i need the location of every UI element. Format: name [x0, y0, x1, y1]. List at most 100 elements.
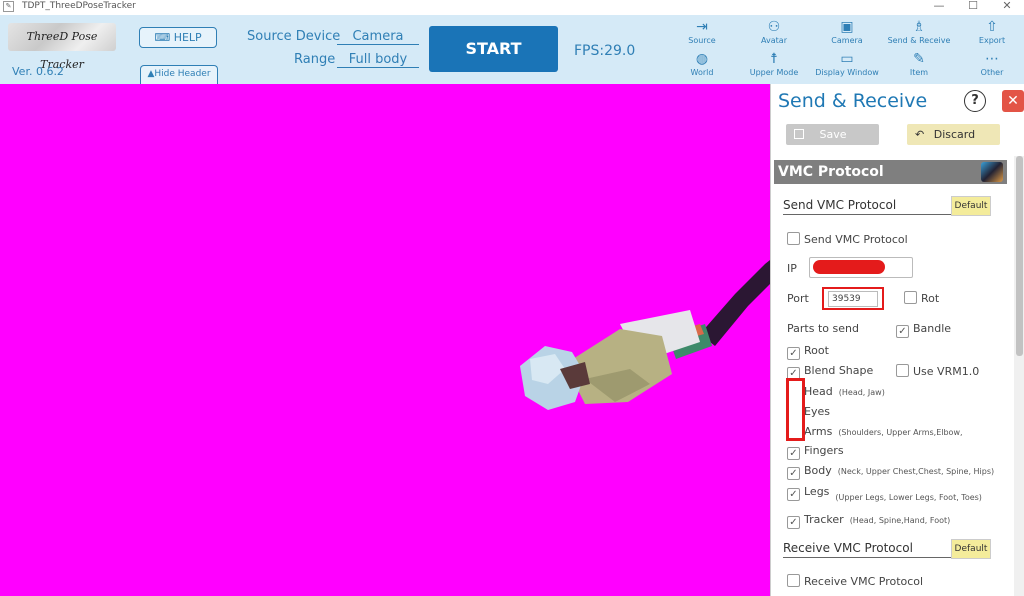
receive-default-button[interactable]: Default: [951, 539, 991, 559]
tool-label: Item: [909, 68, 929, 77]
save-button[interactable]: Save: [786, 124, 879, 145]
parts-to-send-label: Parts to send: [787, 322, 859, 335]
tool-item[interactable]: ✎ Item: [883, 51, 955, 78]
tool-source[interactable]: ⇥ Source: [666, 19, 738, 46]
help-button[interactable]: ⌨ HELP: [139, 27, 217, 48]
bandle-checkbox[interactable]: ✓ Bandle: [896, 322, 951, 338]
panel-title: Send & Receive: [778, 90, 928, 112]
tool-label: Display Window: [815, 68, 879, 77]
tool-label: World: [690, 68, 714, 77]
vmc-logo-icon: [981, 162, 1003, 182]
receive-vmc-checkbox[interactable]: Receive VMC Protocol: [787, 574, 923, 588]
tool-label: Upper Mode: [749, 68, 799, 77]
discard-label: Discard: [933, 128, 976, 141]
tracker-checkbox[interactable]: ✓ Tracker (Head, Spine,Hand, Foot): [787, 513, 950, 529]
legs-checkbox[interactable]: ✓ Legs (Upper Legs, Lower Legs, Foot, Toes…: [787, 485, 982, 502]
avatar-viewport[interactable]: [0, 84, 770, 596]
checkbox-label: Send VMC Protocol: [804, 233, 908, 246]
section-title: VMC Protocol: [778, 164, 884, 180]
source-device-select[interactable]: Camera: [337, 29, 419, 45]
check-icon: ✓: [787, 347, 800, 360]
title-bar: ✎ TDPT_ThreeDPoseTracker — ☐ ✕: [0, 0, 1024, 15]
check-icon: ✓: [787, 467, 800, 480]
panel-scrollbar[interactable]: [1014, 156, 1024, 596]
undo-icon: ↶: [915, 128, 925, 141]
rot-checkbox[interactable]: Rot: [904, 291, 939, 305]
tool-send-receive[interactable]: ♗ Send & Receive: [883, 19, 955, 46]
checkbox-label: Fingers: [804, 444, 844, 457]
save-icon: [794, 129, 804, 139]
checkbox-label: Receive VMC Protocol: [804, 575, 924, 588]
checkbox-icon: [787, 574, 800, 587]
source-icon: ⇥: [696, 19, 708, 35]
tool-label: Source: [688, 36, 716, 45]
checkbox-label: Rot: [921, 292, 940, 305]
discard-button[interactable]: ↶ Discard: [907, 124, 1000, 145]
tool-world[interactable]: ◍ World: [666, 51, 738, 78]
check-icon: ✓: [787, 516, 800, 529]
checkbox-note: (Shoulders, Upper Arms,Elbow,: [838, 428, 963, 437]
checkbox-label: Body: [804, 464, 832, 477]
checkbox-label: Bandle: [913, 322, 952, 335]
minimize-button[interactable]: —: [924, 0, 954, 13]
checkbox-label: Head: [804, 385, 833, 398]
checkbox-label: Tracker: [804, 513, 844, 526]
tool-upper-mode[interactable]: ☨ Upper Mode: [738, 51, 810, 78]
body-checkbox[interactable]: ✓ Body (Neck, Upper Chest,Chest, Spine, Hi…: [787, 464, 994, 480]
port-input[interactable]: 39539: [822, 287, 884, 310]
avatar-figure: [520, 260, 770, 410]
hide-header-button[interactable]: ▲Hide Header: [140, 65, 218, 84]
more-icon: ⋯: [985, 51, 999, 67]
highlight-box: [786, 378, 805, 441]
section-header: VMC Protocol: [774, 160, 1007, 184]
checkbox-label: Eyes: [804, 405, 830, 418]
root-checkbox[interactable]: ✓ Root: [787, 344, 829, 360]
scrollbar-thumb[interactable]: [1016, 156, 1023, 356]
checkbox-label: Root: [804, 344, 829, 357]
upper-mode-icon: ☨: [770, 51, 778, 67]
display-icon: ▭: [840, 51, 854, 67]
checkbox-label: Blend Shape: [804, 364, 874, 377]
export-icon: ⇧: [986, 19, 998, 35]
range-label: Range: [294, 52, 336, 67]
arms-checkbox[interactable]: Arms (Shoulders, Upper Arms,Elbow,: [787, 424, 963, 438]
checkbox-note: (Head, Spine,Hand, Foot): [849, 516, 951, 525]
panel-help-button[interactable]: ?: [964, 90, 986, 112]
save-label: Save: [819, 128, 847, 141]
header: ThreeD Pose Tracker Ver. 0.6.2 ⌨ HELP ▲H…: [0, 15, 668, 84]
fps-readout: FPS:29.0: [574, 43, 636, 59]
port-label: Port: [787, 292, 809, 305]
tool-other[interactable]: ⋯ Other: [956, 51, 1024, 78]
logo: ThreeD Pose Tracker: [8, 23, 116, 71]
tool-label: Other: [980, 68, 1004, 77]
range-select[interactable]: Full body: [337, 52, 419, 68]
tool-label: Camera: [831, 36, 863, 45]
close-window-button[interactable]: ✕: [992, 0, 1022, 13]
globe-icon: ◍: [695, 51, 709, 67]
maximize-button[interactable]: ☐: [958, 0, 988, 13]
version-label: Ver. 0.6.2: [12, 65, 64, 78]
check-icon: ✓: [787, 488, 800, 501]
ip-input[interactable]: [809, 257, 913, 278]
checkbox-icon: [896, 364, 909, 377]
checkbox-note: (Upper Legs, Lower Legs, Foot, Toes): [835, 493, 982, 502]
app-icon: ✎: [3, 1, 14, 12]
panel-close-button[interactable]: ✕: [1002, 90, 1024, 112]
tool-camera[interactable]: ▣ Camera: [811, 19, 883, 46]
send-default-button[interactable]: Default: [951, 196, 991, 216]
send-receive-panel: Send & Receive ? ✕ Save ↶ Discard VMC Pr…: [770, 84, 1024, 596]
avatar-icon: ⚇: [767, 19, 781, 35]
tool-display-window[interactable]: ▭ Display Window: [811, 51, 883, 78]
checkbox-note: (Neck, Upper Chest,Chest, Spine, Hips): [837, 467, 995, 476]
start-button[interactable]: START: [429, 26, 558, 72]
checkbox-icon: [904, 291, 917, 304]
tool-export[interactable]: ⇧ Export: [956, 19, 1024, 46]
fingers-checkbox[interactable]: ✓ Fingers: [787, 444, 844, 460]
camera-icon: ▣: [840, 19, 854, 35]
use-vrm1-checkbox[interactable]: Use VRM1.0: [896, 364, 979, 378]
checkbox-label: Use VRM1.0: [913, 365, 980, 378]
send-vmc-checkbox[interactable]: Send VMC Protocol: [787, 232, 908, 246]
source-device-label: Source Device: [247, 29, 341, 44]
toolbar: ⇥ Source ⚇ Avatar ▣ Camera ♗ Send & Rece…: [668, 15, 1024, 84]
tool-avatar[interactable]: ⚇ Avatar: [738, 19, 810, 46]
